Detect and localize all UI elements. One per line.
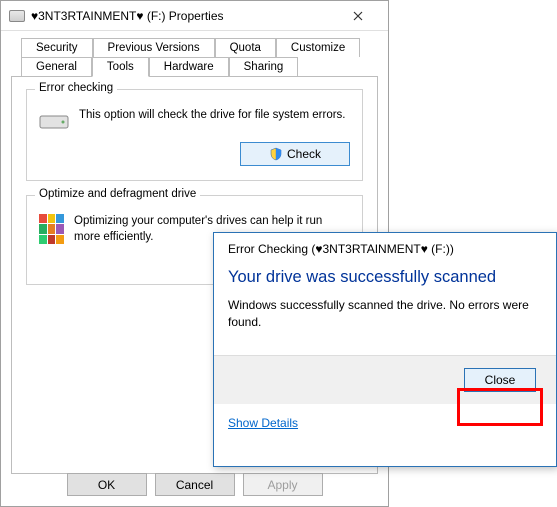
close-icon: [353, 11, 363, 21]
ok-button[interactable]: OK: [67, 473, 147, 496]
dialog-button-row: Close: [214, 356, 556, 404]
tab-previous-versions[interactable]: Previous Versions: [93, 38, 215, 57]
dialog-buttons: OK Cancel Apply: [1, 473, 388, 496]
titlebar[interactable]: ♥3NT3RTAINMENT♥ (F:) Properties: [1, 1, 388, 31]
tab-security[interactable]: Security: [21, 38, 93, 57]
defrag-legend: Optimize and defragment drive: [35, 188, 200, 200]
close-button[interactable]: Close: [464, 368, 536, 392]
error-checking-group: Error checking This option will check th…: [26, 89, 363, 181]
window-close-button[interactable]: [336, 2, 380, 30]
tab-sharing[interactable]: Sharing: [229, 57, 299, 77]
dialog-body: Windows successfully scanned the drive. …: [214, 295, 556, 331]
cancel-button[interactable]: Cancel: [155, 473, 235, 496]
tab-general[interactable]: General: [21, 57, 92, 77]
apply-button: Apply: [243, 473, 323, 496]
check-button-label: Check: [287, 147, 321, 161]
window-title: ♥3NT3RTAINMENT♥ (F:) Properties: [31, 9, 224, 23]
show-details-link[interactable]: Show Details: [214, 404, 312, 442]
check-button[interactable]: Check: [240, 142, 350, 166]
error-checking-dialog: Error Checking (♥3NT3RTAINMENT♥ (F:)) Yo…: [213, 232, 557, 467]
tab-hardware[interactable]: Hardware: [149, 57, 229, 77]
drive-check-icon: [39, 108, 69, 132]
drive-icon: [9, 10, 25, 22]
tab-quota[interactable]: Quota: [215, 38, 276, 57]
error-checking-legend: Error checking: [35, 82, 117, 94]
shield-icon: [269, 147, 283, 161]
defrag-icon: [39, 214, 64, 244]
dialog-title: Error Checking (♥3NT3RTAINMENT♥ (F:)): [214, 233, 556, 258]
error-checking-text: This option will check the drive for fil…: [79, 108, 346, 124]
tab-customize[interactable]: Customize: [276, 38, 360, 57]
tab-tools[interactable]: Tools: [92, 57, 149, 77]
dialog-heading: Your drive was successfully scanned: [214, 258, 556, 295]
